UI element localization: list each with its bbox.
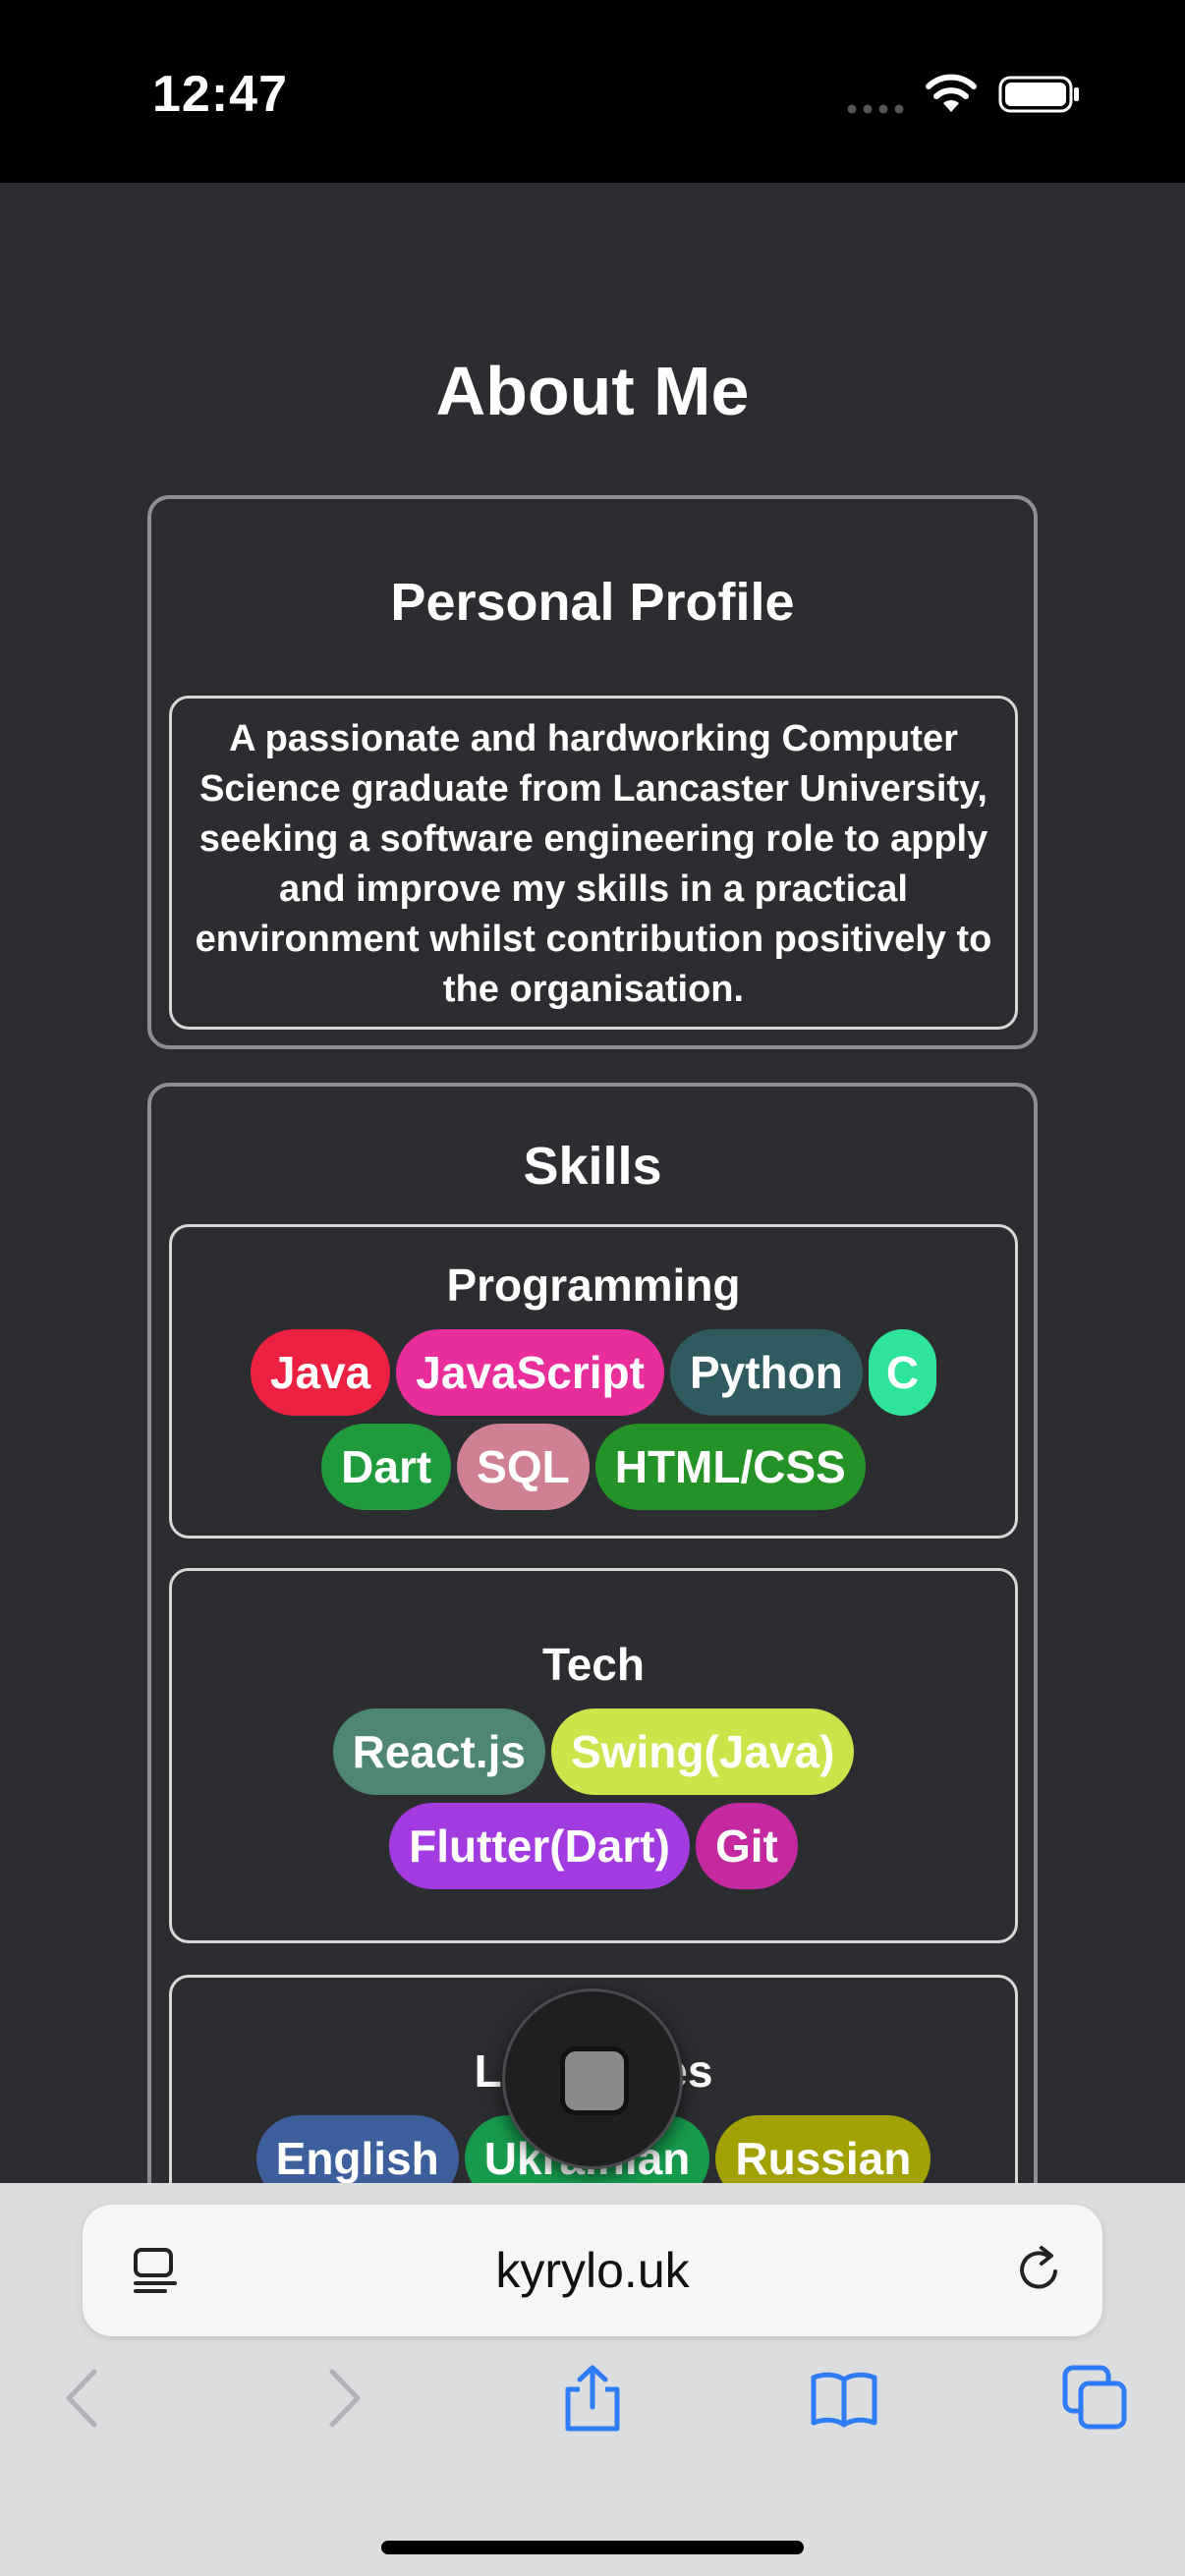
reload-icon[interactable] <box>1012 2242 1067 2297</box>
bookmarks-icon[interactable] <box>810 2364 878 2433</box>
tag-python: Python <box>669 1329 863 1416</box>
home-indicator <box>381 2541 804 2554</box>
personal-profile-title: Personal Profile <box>390 573 795 632</box>
address-bar[interactable]: kyrylo.uk <box>83 2205 1102 2336</box>
tag-html-css: HTML/CSS <box>594 1424 866 1510</box>
skills-title: Skills <box>523 1137 662 1196</box>
tabs-icon[interactable] <box>1061 2364 1130 2433</box>
url-text: kyrylo.uk <box>495 2243 690 2298</box>
personal-profile-card: Personal Profile A passionate and hardwo… <box>147 495 1038 1049</box>
profile-text: A passionate and hardworking Computer Sc… <box>195 718 992 1010</box>
tech-tags-row-2: Flutter(Dart) Git <box>172 1803 1015 1889</box>
tech-box: Tech React.js Swing(Java) Flutter(Dart) … <box>169 1568 1018 1943</box>
home-square-icon <box>560 2046 629 2115</box>
profile-text-box: A passionate and hardworking Computer Sc… <box>169 696 1018 1030</box>
programming-title: Programming <box>446 1260 741 1311</box>
tag-react: React.js <box>332 1708 545 1795</box>
assistive-touch-button[interactable] <box>502 1988 683 2169</box>
tag-flutter-dart: Flutter(Dart) <box>389 1803 690 1889</box>
page-title: About Me <box>435 353 750 429</box>
programming-tags-row-1: Java JavaScript Python C <box>172 1329 1015 1416</box>
status-time: 12:47 <box>152 66 288 123</box>
programming-box: Programming Java JavaScript Python C Dar… <box>169 1224 1018 1539</box>
tag-dart: Dart <box>321 1424 452 1510</box>
tag-java: Java <box>250 1329 391 1416</box>
forward-icon[interactable] <box>307 2364 375 2433</box>
tag-swing-java: Swing(Java) <box>551 1708 855 1795</box>
browser-toolbar: kyrylo.uk <box>0 2183 1185 2576</box>
status-bar: 12:47 <box>0 0 1185 183</box>
tech-title: Tech <box>542 1639 645 1690</box>
tag-c: C <box>868 1329 937 1416</box>
tag-javascript: JavaScript <box>396 1329 664 1416</box>
cellular-signal-icon <box>847 104 904 114</box>
wifi-icon <box>926 74 977 112</box>
tag-sql: SQL <box>457 1424 590 1510</box>
share-icon[interactable] <box>558 2364 627 2433</box>
page-content: About Me Personal Profile A passionate a… <box>0 183 1185 2183</box>
tag-russian: Russian <box>715 2115 931 2183</box>
tag-git: Git <box>695 1803 798 1889</box>
battery-icon <box>998 76 1079 113</box>
programming-tags-row-2: Dart SQL HTML/CSS <box>172 1424 1015 1510</box>
tag-english: English <box>255 2115 459 2183</box>
tech-tags-row-1: React.js Swing(Java) <box>172 1708 1015 1795</box>
back-icon[interactable] <box>51 2364 120 2433</box>
